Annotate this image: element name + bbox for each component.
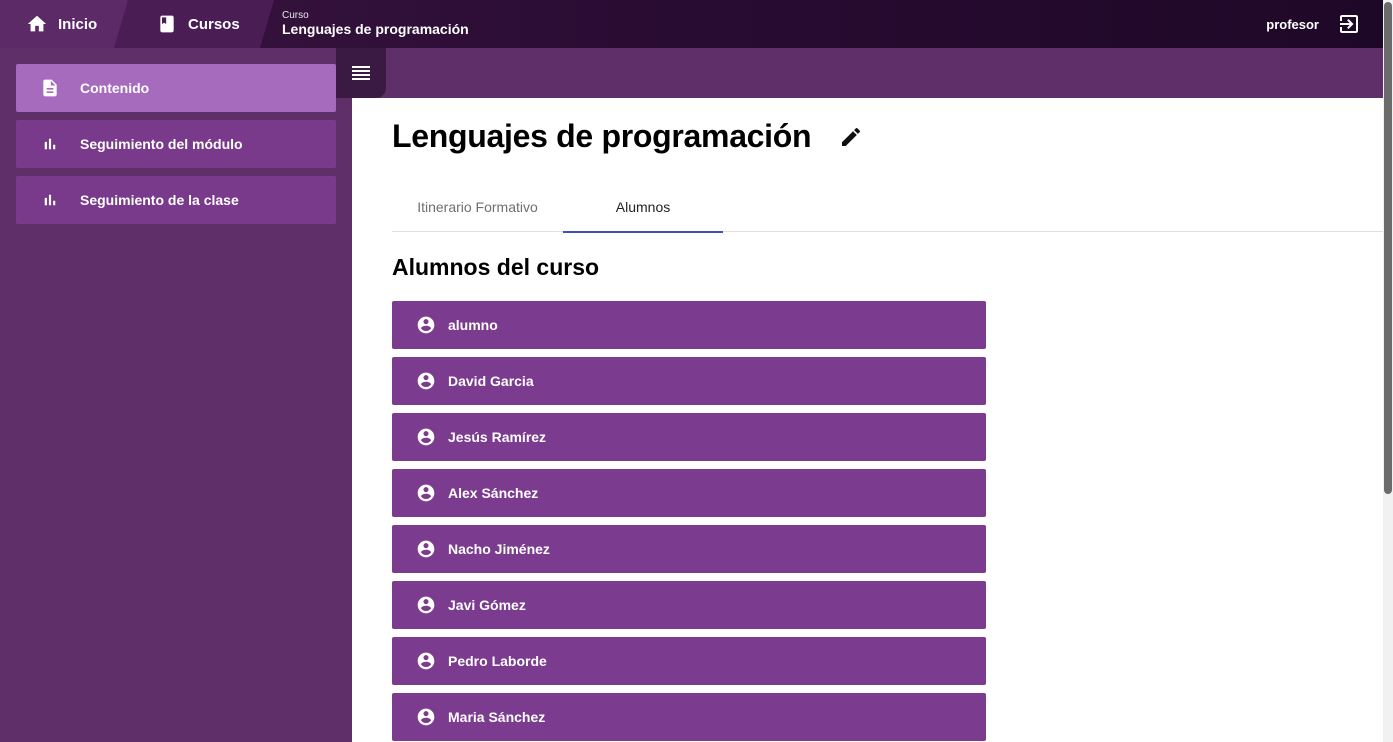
sidebar: Contenido Seguimiento del módulo Seguimi… [0,48,352,742]
sidebar-item-label: Contenido [80,80,150,96]
header-strip [352,48,1383,98]
account-circle-icon [416,315,436,335]
breadcrumb-current: Curso Lenguajes de programación [282,10,469,38]
tab-alumnos[interactable]: Alumnos [563,182,723,233]
menu-icon [351,63,371,83]
section-title: Alumnos del curso [392,254,600,280]
main-content: Lenguajes de programación Itinerario For… [352,98,1383,742]
list-item[interactable]: Alex Sánchez [392,469,986,517]
account-circle-icon [416,707,436,727]
student-list: alumno David Garcia Jesús Ramírez Alex Sánc… [392,301,986,742]
breadcrumb-courses-label: Cursos [188,15,240,33]
scrollbar-thumb[interactable] [1384,2,1392,494]
breadcrumb-home[interactable]: Inicio [0,0,130,48]
account-circle-icon [416,595,436,615]
student-name: Alex Sánchez [448,485,539,501]
account-circle-icon [416,371,436,391]
breadcrumb-home-label: Inicio [58,15,98,33]
logout-icon[interactable] [1337,12,1361,36]
account-circle-icon [416,427,436,447]
book-icon [156,13,178,35]
list-item[interactable]: Pedro Laborde [392,637,986,685]
student-name: Nacho Jiménez [448,541,550,557]
sidebar-item-label: Seguimiento de la clase [80,192,239,208]
bar-chart-icon [40,190,60,210]
breadcrumb-current-type: Curso [282,10,309,21]
username: profesor [1266,16,1319,32]
list-item[interactable]: alumno [392,301,986,349]
student-name: Javi Gómez [448,597,526,613]
document-icon [40,78,60,98]
list-item[interactable]: Maria Sánchez [392,693,986,741]
account-circle-icon [416,651,436,671]
account-circle-icon [416,539,436,559]
student-name: Maria Sánchez [448,709,546,725]
breadcrumb-current-title: Lenguajes de programación [282,21,469,37]
list-item[interactable]: Javi Gómez [392,581,986,629]
top-bar: Inicio Cursos Curso Lenguajes de program… [0,0,1383,48]
list-item[interactable]: Jesús Ramírez [392,413,986,461]
edit-icon[interactable] [839,125,863,149]
student-name: Jesús Ramírez [448,429,547,445]
sidebar-item-seguimiento-clase[interactable]: Seguimiento de la clase [16,176,336,224]
sidebar-item-contenido[interactable]: Contenido [16,64,336,112]
sidebar-toggle-button[interactable] [336,48,386,98]
sidebar-item-label: Seguimiento del módulo [80,136,243,152]
student-name: David Garcia [448,373,534,389]
scrollbar[interactable] [1383,0,1393,742]
sidebar-item-seguimiento-modulo[interactable]: Seguimiento del módulo [16,120,336,168]
home-icon [26,13,48,35]
page-title: Lenguajes de programación [392,118,812,154]
user-area: profesor [1266,0,1361,48]
list-item[interactable]: David Garcia [392,357,986,405]
tab-itinerario-formativo[interactable]: Itinerario Formativo [392,182,563,232]
bar-chart-icon [40,134,60,154]
breadcrumb-courses[interactable]: Cursos [114,0,274,48]
account-circle-icon [416,483,436,503]
student-name: alumno [448,317,498,333]
tab-bar: Itinerario Formativo Alumnos [392,182,1383,233]
student-name: Pedro Laborde [448,653,547,669]
title-row: Lenguajes de programación [392,118,863,155]
list-item[interactable]: Nacho Jiménez [392,525,986,573]
